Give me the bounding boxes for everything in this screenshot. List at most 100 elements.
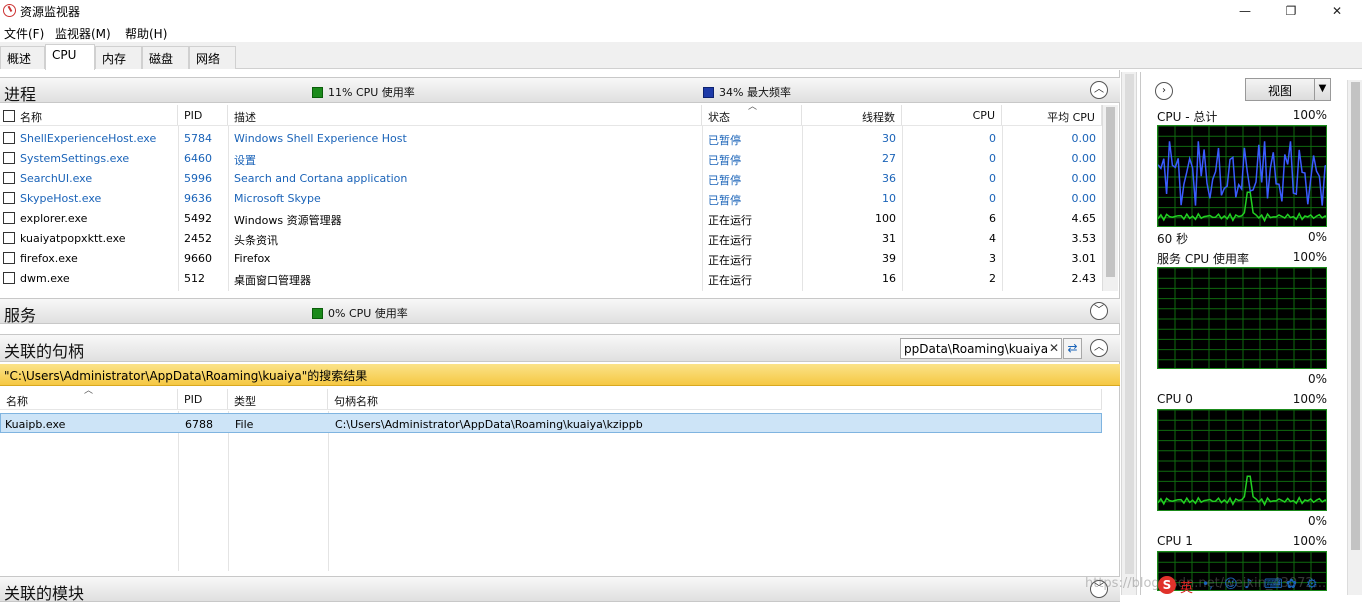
process-status: 正在运行	[708, 274, 752, 287]
process-cpu: 3	[989, 252, 996, 265]
menu-help[interactable]: 帮助(H)	[125, 25, 167, 42]
handle-col-type[interactable]: 类型	[228, 389, 328, 409]
expand-services-button[interactable]: ﹀	[1090, 302, 1108, 320]
collapse-handles-button[interactable]: ︿	[1090, 339, 1108, 357]
process-table-body: ShellExperienceHost.exe 5784 Windows Shell…	[0, 128, 1102, 290]
maximize-button[interactable]: ❐	[1268, 0, 1314, 22]
ime-language-indicator[interactable]: 英	[1180, 577, 1193, 596]
modules-section-title: 关联的模块	[4, 584, 85, 603]
process-description: 头条资讯	[234, 234, 278, 247]
services-section-header[interactable]: 服务 0% CPU 使用率 ﹀	[0, 298, 1120, 325]
col-name[interactable]: 名称	[14, 105, 178, 125]
process-cpu: 0	[989, 172, 996, 185]
column-divider	[328, 411, 329, 571]
view-dropdown[interactable]: 视图 ▼	[1245, 78, 1331, 101]
handle-col-handle-name[interactable]: 句柄名称	[328, 389, 1102, 409]
table-row[interactable]: dwm.exe 512 桌面窗口管理器 正在运行 16 2 2.43	[0, 268, 1102, 288]
tab-disk[interactable]: 磁盘	[142, 46, 189, 69]
tab-overview[interactable]: 概述	[0, 46, 45, 69]
process-section-header[interactable]: 进程 11% CPU 使用率 34% 最大频率 ︿	[0, 77, 1120, 104]
process-checkbox[interactable]	[3, 212, 15, 224]
graph-min-label: 0%	[1307, 372, 1327, 386]
ime-punctuation-icon[interactable]: •,	[1202, 577, 1213, 591]
table-row[interactable]: ShellExperienceHost.exe 5784 Windows Shell…	[0, 128, 1102, 148]
main-scrollbar-thumb[interactable]	[1125, 74, 1134, 574]
process-checkbox[interactable]	[3, 272, 15, 284]
tab-memory[interactable]: 内存	[95, 46, 142, 69]
process-description: 设置	[234, 154, 256, 167]
process-checkbox[interactable]	[3, 152, 15, 164]
process-status: 正在运行	[708, 234, 752, 247]
process-cpu: 0	[989, 192, 996, 205]
minimize-button[interactable]: —	[1222, 0, 1268, 22]
ime-skin-icon[interactable]: ✿	[1286, 577, 1297, 592]
table-row[interactable]: firefox.exe 9660 Firefox 正在运行 39 3 3.01	[0, 248, 1102, 268]
process-table-header: 名称 PID 描述 状态 ︿ 线程数 CPU 平均 CPU	[0, 102, 1102, 126]
graph-title: CPU 1	[1157, 534, 1193, 548]
col-cpu[interactable]: CPU	[902, 105, 1002, 125]
cpu-graph	[1157, 267, 1327, 369]
graph-min-label: 0%	[1307, 230, 1327, 244]
table-row[interactable]: SkypeHost.exe 9636 Microsoft Skype 已暂停 10 0 0.…	[0, 188, 1102, 208]
handle-sort-arrow-icon: ︿	[84, 386, 94, 396]
cpu-usage-legend-icon	[312, 87, 323, 98]
tab-network[interactable]: 网络	[189, 46, 236, 69]
collapse-graphs-button[interactable]: ›	[1155, 82, 1173, 100]
process-name: firefox.exe	[20, 252, 78, 265]
process-description: Microsoft Skype	[234, 192, 321, 205]
tab-cpu[interactable]: CPU	[45, 44, 95, 70]
menu-file[interactable]: 文件(F)	[4, 25, 44, 42]
process-average-cpu: 2.43	[1071, 272, 1097, 285]
col-average-cpu[interactable]: 平均 CPU	[1002, 105, 1102, 125]
table-row[interactable]: Kuaipb.exe 6788 File C:\Users\Administra…	[0, 413, 1102, 433]
handles-section-title: 关联的句柄	[4, 342, 85, 361]
process-checkbox[interactable]	[3, 172, 15, 184]
table-row[interactable]: explorer.exe 5492 Windows 资源管理器 正在运行 100 6 4.6…	[0, 208, 1102, 228]
services-section-title: 服务	[4, 306, 37, 325]
col-description[interactable]: 描述	[228, 105, 702, 125]
ime-voice-icon[interactable]: ♪	[1244, 577, 1252, 592]
graphs-scrollbar-thumb[interactable]	[1351, 82, 1360, 550]
process-threads: 10	[882, 192, 896, 205]
handle-search-input[interactable]: ppData\Roaming\kuaiya	[904, 342, 1048, 356]
clear-search-icon[interactable]: ✕	[1047, 341, 1060, 355]
graph-max-label: 100%	[1292, 534, 1327, 548]
ime-toolbox-icon[interactable]: ⚙	[1306, 577, 1318, 592]
handles-table-header: 名称 ︿ PID 类型 句柄名称	[0, 386, 1102, 410]
process-name: SkypeHost.exe	[20, 192, 102, 205]
process-average-cpu: 0.00	[1071, 152, 1097, 165]
process-cpu: 0	[989, 132, 996, 145]
handle-search-box[interactable]: ppData\Roaming\kuaiya ✕	[900, 338, 1062, 359]
process-scrollbar[interactable]	[1102, 105, 1118, 291]
process-average-cpu: 4.65	[1071, 212, 1097, 225]
graph-max-label: 100%	[1292, 392, 1327, 406]
table-row[interactable]: SearchUI.exe 5996 Search and Cortana appli…	[0, 168, 1102, 188]
process-checkbox[interactable]	[3, 252, 15, 264]
column-divider	[178, 411, 179, 571]
dropdown-arrow-icon: ▼	[1314, 79, 1330, 100]
table-row[interactable]: kuaiyatpopxktt.exe 2452 头条资讯 正在运行 31 4 3.53	[0, 228, 1102, 248]
collapse-process-button[interactable]: ︿	[1090, 81, 1108, 99]
process-checkbox[interactable]	[3, 192, 15, 204]
process-checkbox[interactable]	[3, 232, 15, 244]
handles-section-header[interactable]: 关联的句柄 ppData\Roaming\kuaiya ✕ ⇄ ︿	[0, 334, 1120, 362]
handle-col-pid[interactable]: PID	[178, 389, 228, 409]
process-scrollbar-thumb[interactable]	[1106, 107, 1115, 277]
process-pid: 5996	[184, 172, 212, 185]
col-pid[interactable]: PID	[178, 105, 228, 125]
process-threads: 100	[875, 212, 896, 225]
ime-keyboard-icon[interactable]: ⌨	[1264, 577, 1283, 592]
modules-section-header[interactable]: 关联的模块 ﹀	[0, 576, 1120, 603]
graphs-scrollbar[interactable]	[1347, 80, 1362, 595]
menu-monitor[interactable]: 监视器(M)	[55, 25, 111, 42]
col-threads[interactable]: 线程数	[802, 105, 902, 125]
table-row[interactable]: SystemSettings.exe 6460 设置 已暂停 27 0 0.00	[0, 148, 1102, 168]
main-scrollbar[interactable]	[1121, 72, 1137, 595]
process-status: 已暂停	[708, 134, 741, 147]
refresh-search-icon[interactable]: ⇄	[1063, 338, 1082, 359]
menu-bar: 文件(F) 监视器(M) 帮助(H)	[0, 22, 1362, 42]
sogou-ime-icon[interactable]: S	[1158, 576, 1176, 594]
close-button[interactable]: ✕	[1314, 0, 1360, 22]
process-checkbox[interactable]	[3, 132, 15, 144]
ime-emoji-icon[interactable]: ☺	[1224, 577, 1238, 592]
